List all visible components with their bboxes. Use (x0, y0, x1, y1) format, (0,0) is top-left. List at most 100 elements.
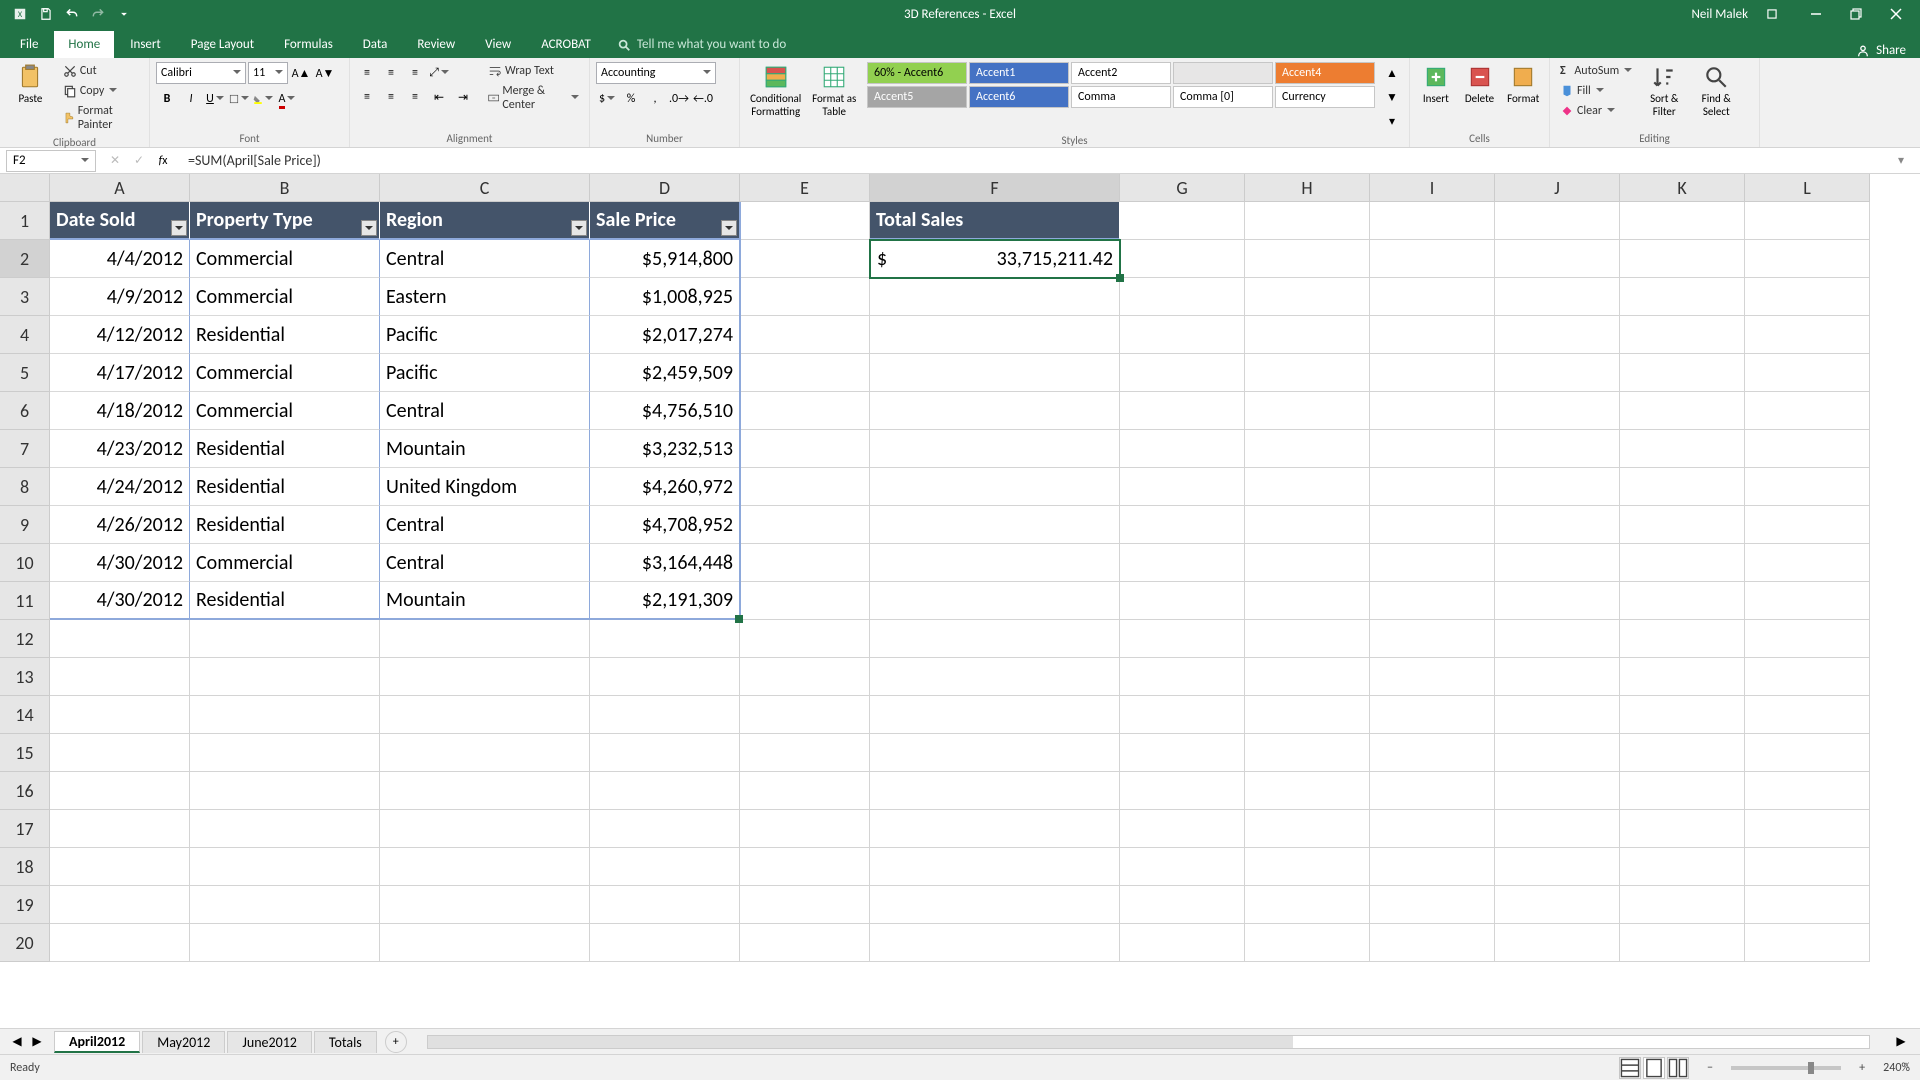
row-header-12[interactable]: 12 (0, 620, 50, 658)
cell[interactable] (190, 658, 380, 696)
cell[interactable] (740, 924, 870, 962)
cell[interactable] (740, 316, 870, 354)
column-header-I[interactable]: I (1370, 174, 1495, 202)
page-layout-view-icon[interactable] (1643, 1057, 1665, 1079)
table-cell[interactable]: United Kingdom (380, 468, 590, 506)
cell[interactable] (50, 772, 190, 810)
number-format-select[interactable]: Accounting (596, 62, 716, 84)
cancel-formula-icon[interactable]: ✕ (104, 150, 126, 172)
cell[interactable] (1245, 278, 1370, 316)
zoom-slider[interactable] (1731, 1066, 1841, 1070)
cell[interactable] (870, 392, 1120, 430)
cell[interactable] (590, 924, 740, 962)
insert-cells-button[interactable]: Insert (1416, 62, 1456, 107)
cell[interactable] (1745, 240, 1870, 278)
cell[interactable] (1745, 848, 1870, 886)
ribbon-tab-page-layout[interactable]: Page Layout (177, 31, 268, 58)
cell[interactable] (1120, 734, 1245, 772)
table-cell[interactable]: Central (380, 392, 590, 430)
cell[interactable] (1745, 734, 1870, 772)
tell-me-search[interactable]: Tell me what you want to do (607, 31, 796, 58)
column-header-D[interactable]: D (590, 174, 740, 202)
cell[interactable] (190, 848, 380, 886)
cell-style-currency[interactable]: Currency (1275, 86, 1375, 108)
cell[interactable] (1495, 392, 1620, 430)
cell[interactable] (1495, 620, 1620, 658)
cell[interactable] (1120, 202, 1245, 240)
cell[interactable] (190, 924, 380, 962)
collapse-ribbon-icon[interactable]: ^ (1898, 1060, 1914, 1076)
table-header[interactable]: Sale Price (590, 202, 740, 240)
cell-style-accent2[interactable]: Accent2 (1071, 62, 1171, 84)
page-break-view-icon[interactable] (1667, 1057, 1689, 1079)
cell[interactable] (1495, 202, 1620, 240)
shrink-font-icon[interactable]: A▼ (314, 62, 336, 84)
table-cell[interactable]: 4/9/2012 (50, 278, 190, 316)
table-cell[interactable]: Commercial (190, 354, 380, 392)
column-header-J[interactable]: J (1495, 174, 1620, 202)
ribbon-tab-home[interactable]: Home (54, 31, 114, 58)
cell[interactable] (1495, 772, 1620, 810)
cell[interactable] (1620, 582, 1745, 620)
cell[interactable] (1620, 886, 1745, 924)
align-center-icon[interactable]: ≡ (380, 86, 402, 108)
spreadsheet-grid[interactable]: ABCDEFGHIJKL1234567891011121314151617181… (0, 174, 1920, 1028)
cell[interactable] (50, 696, 190, 734)
cell[interactable] (380, 924, 590, 962)
zoom-out-icon[interactable]: − (1699, 1057, 1721, 1079)
cell[interactable] (1620, 924, 1745, 962)
cell[interactable] (1620, 430, 1745, 468)
cell[interactable] (1370, 696, 1495, 734)
align-bottom-icon[interactable]: ≡ (404, 62, 426, 84)
cell[interactable] (1620, 734, 1745, 772)
cell[interactable] (1745, 544, 1870, 582)
cell[interactable] (1245, 430, 1370, 468)
cell[interactable] (870, 696, 1120, 734)
sheet-tab-april2012[interactable]: April2012 (54, 1031, 140, 1053)
cell[interactable] (1370, 582, 1495, 620)
row-header-2[interactable]: 2 (0, 240, 50, 278)
cell-style-accent1[interactable]: Accent1 (969, 62, 1069, 84)
decrease-decimal-icon[interactable]: ←.0 (692, 88, 714, 110)
expand-formula-bar-icon[interactable]: ▾ (1890, 150, 1912, 172)
filter-dropdown-icon[interactable] (361, 220, 377, 236)
column-header-H[interactable]: H (1245, 174, 1370, 202)
column-header-F[interactable]: F (870, 174, 1120, 202)
ribbon-tab-formulas[interactable]: Formulas (270, 31, 347, 58)
sheet-tab-june2012[interactable]: June2012 (227, 1031, 312, 1053)
cell[interactable] (740, 468, 870, 506)
cell[interactable] (1370, 392, 1495, 430)
cell[interactable] (1495, 696, 1620, 734)
qat-customize-icon[interactable] (112, 2, 136, 26)
cell[interactable] (870, 886, 1120, 924)
delete-cells-button[interactable]: Delete (1460, 62, 1500, 107)
cell[interactable] (1495, 658, 1620, 696)
cell[interactable] (50, 734, 190, 772)
cell[interactable] (1245, 848, 1370, 886)
border-icon[interactable] (228, 88, 250, 110)
table-cell[interactable]: Central (380, 544, 590, 582)
cell[interactable] (1370, 848, 1495, 886)
cell[interactable] (1370, 240, 1495, 278)
cell[interactable] (1620, 658, 1745, 696)
autosum-button[interactable]: Σ AutoSum (1556, 62, 1636, 80)
cell[interactable] (740, 772, 870, 810)
cell[interactable] (1620, 772, 1745, 810)
table-cell[interactable]: $5,914,800 (590, 240, 740, 278)
cell[interactable] (870, 620, 1120, 658)
ribbon-tab-acrobat[interactable]: ACROBAT (527, 31, 605, 58)
cell[interactable] (1120, 544, 1245, 582)
orientation-icon[interactable]: ⤢ (428, 62, 450, 84)
table-cell[interactable]: 4/23/2012 (50, 430, 190, 468)
cell[interactable] (1120, 240, 1245, 278)
table-cell[interactable]: 4/26/2012 (50, 506, 190, 544)
style-gallery-more-icon[interactable]: ▾ (1381, 110, 1403, 132)
table-cell[interactable]: $4,756,510 (590, 392, 740, 430)
cell[interactable] (870, 544, 1120, 582)
table-cell[interactable]: $4,708,952 (590, 506, 740, 544)
cell[interactable] (190, 620, 380, 658)
cell[interactable] (740, 240, 870, 278)
selected-cell[interactable]: $33,715,211.42 (869, 239, 1121, 279)
restore-button[interactable] (1836, 0, 1876, 28)
cell[interactable] (1495, 886, 1620, 924)
